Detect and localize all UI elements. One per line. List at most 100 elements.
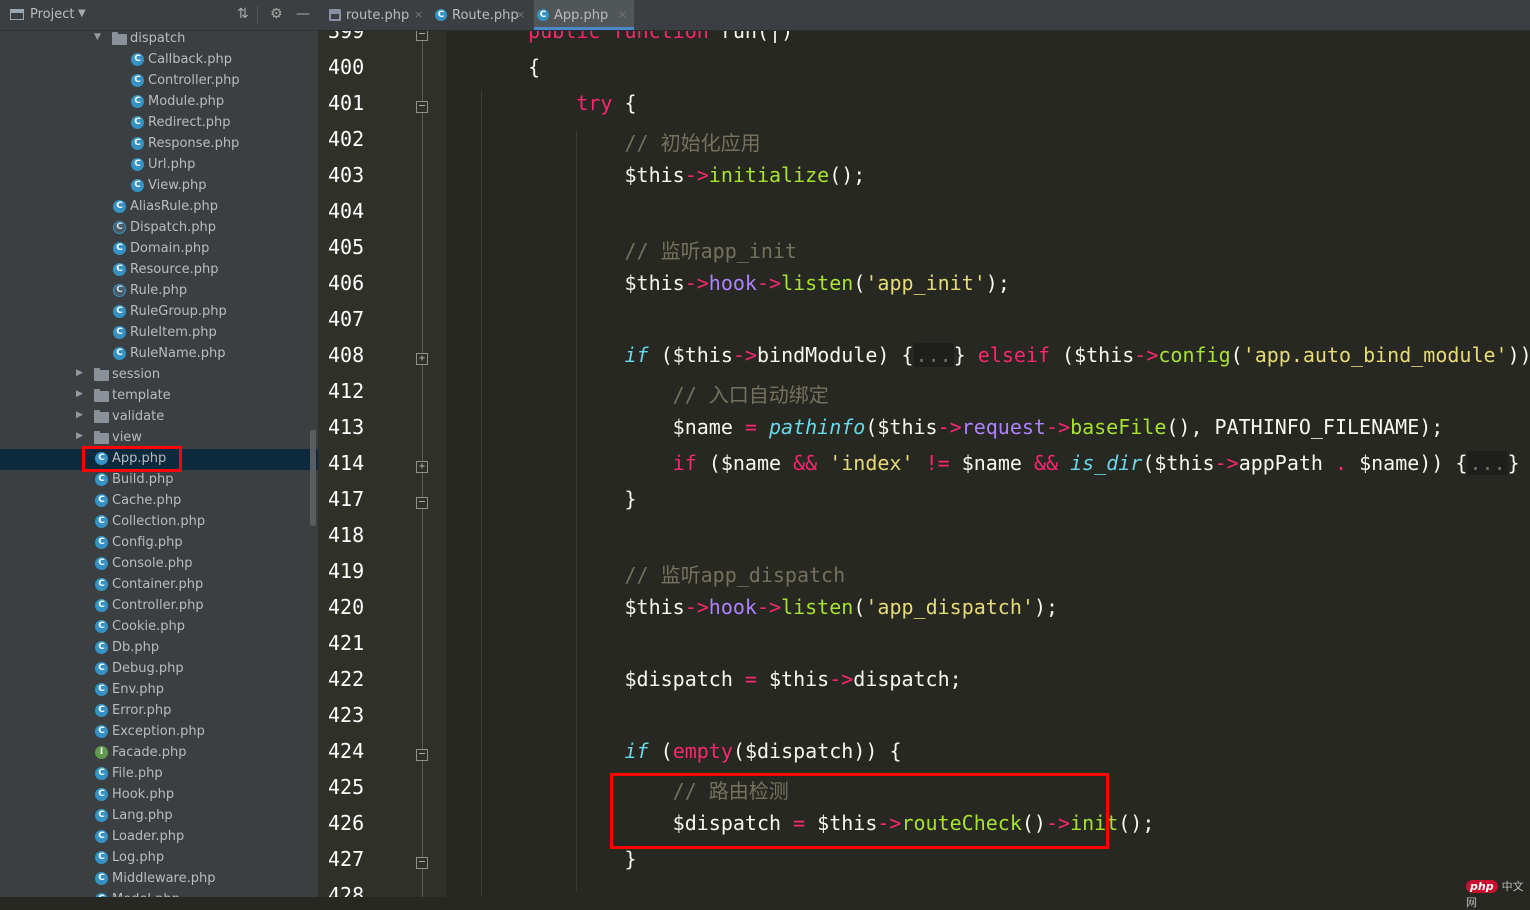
code-line[interactable]: $this->initialize(); bbox=[480, 163, 865, 187]
tree-folder-dispatch[interactable]: ▼ dispatch bbox=[0, 29, 318, 50]
chevron-right-icon[interactable]: ▶ bbox=[76, 368, 83, 378]
tree-file[interactable]: C Error.php bbox=[0, 701, 318, 722]
tree-file[interactable]: C Dispatch.php bbox=[0, 218, 318, 239]
tree-file[interactable]: C Url.php bbox=[0, 155, 318, 176]
tree-file[interactable]: C Module.php bbox=[0, 92, 318, 113]
tree-file[interactable]: C Build.php bbox=[0, 470, 318, 491]
tree-file[interactable]: C Resource.php bbox=[0, 260, 318, 281]
chevron-right-icon[interactable]: ▶ bbox=[76, 410, 83, 420]
project-title[interactable]: Project bbox=[30, 7, 74, 22]
code-line[interactable]: } bbox=[480, 847, 636, 871]
tree-folder-template[interactable]: ▶ template bbox=[0, 386, 318, 407]
class-icon: C bbox=[131, 179, 144, 192]
tree-file[interactable]: C Middleware.php bbox=[0, 869, 318, 890]
tree-folder-validate[interactable]: ▶ validate bbox=[0, 407, 318, 428]
tree-file[interactable]: C Log.php bbox=[0, 848, 318, 869]
expand-fold-icon[interactable]: + bbox=[416, 461, 428, 473]
tree-file[interactable]: C Response.php bbox=[0, 134, 318, 155]
tree-item-label: AliasRule.php bbox=[130, 199, 219, 214]
chevron-down-icon[interactable]: ▼ bbox=[94, 32, 101, 42]
code-line[interactable]: if (empty($dispatch)) { bbox=[480, 739, 902, 763]
code-line[interactable]: $this->hook->listen('app_init'); bbox=[480, 271, 1009, 295]
tree-file[interactable]: C AliasRule.php bbox=[0, 197, 318, 218]
code-line[interactable]: $dispatch = $this->dispatch; bbox=[480, 667, 961, 691]
collapse-fold-icon[interactable] bbox=[416, 31, 428, 41]
code-token: . bbox=[1335, 451, 1348, 475]
code-line[interactable]: // 入口自动绑定 bbox=[480, 379, 829, 408]
tree-file[interactable]: C Rule.php bbox=[0, 281, 318, 302]
code-line[interactable]: // 监听app_dispatch bbox=[480, 559, 846, 588]
line-number: 428 bbox=[328, 883, 365, 897]
chevron-right-icon[interactable]: ▶ bbox=[76, 389, 83, 399]
tree-file[interactable]: C Exception.php bbox=[0, 722, 318, 743]
tree-item-label: Loader.php bbox=[112, 829, 185, 844]
code-line[interactable]: } bbox=[480, 487, 636, 511]
tree-file[interactable]: C Cache.php bbox=[0, 491, 318, 512]
tree-file[interactable]: C Model.php bbox=[0, 890, 318, 897]
collapse-all-icon[interactable]: ⇅ bbox=[237, 6, 249, 22]
tree-folder-session[interactable]: ▶ session bbox=[0, 365, 318, 386]
code-line[interactable]: $this->hook->listen('app_dispatch'); bbox=[480, 595, 1058, 619]
tree-file[interactable]: C RuleItem.php bbox=[0, 323, 318, 344]
editor-tab-bar: route.php × C Route.php × C App.php × bbox=[318, 0, 1530, 31]
folded-code-placeholder[interactable]: ... bbox=[913, 343, 954, 367]
tree-file[interactable]: C Controller.php bbox=[0, 71, 318, 92]
code-line[interactable]: { bbox=[480, 55, 540, 79]
chevron-down-icon[interactable]: ▼ bbox=[78, 8, 86, 19]
tree-item-label: Module.php bbox=[148, 94, 225, 109]
tree-file[interactable]: C Cookie.php bbox=[0, 617, 318, 638]
tree-file[interactable]: I Facade.php bbox=[0, 743, 318, 764]
tree-file[interactable]: C Callback.php bbox=[0, 50, 318, 71]
editor-tab[interactable]: route.php × bbox=[326, 0, 430, 30]
tree-file[interactable]: C Config.php bbox=[0, 533, 318, 554]
tree-file[interactable]: C RuleGroup.php bbox=[0, 302, 318, 323]
tree-file[interactable]: C Lang.php bbox=[0, 806, 318, 827]
tree-file[interactable]: C Collection.php bbox=[0, 512, 318, 533]
code-token: elseif bbox=[977, 343, 1050, 367]
class-icon: C bbox=[95, 683, 108, 696]
fold-end-icon[interactable] bbox=[416, 857, 428, 869]
code-line[interactable]: // 监听app_init bbox=[480, 235, 797, 264]
chevron-right-icon[interactable]: ▶ bbox=[76, 431, 83, 441]
tree-file[interactable]: C Loader.php bbox=[0, 827, 318, 848]
line-number: 404 bbox=[328, 199, 365, 223]
fold-end-icon[interactable] bbox=[416, 497, 428, 509]
tree-item-label: Container.php bbox=[112, 577, 204, 592]
code-editor[interactable]: 399 400 401 402 403 404 405 406 407 408 +412 413 414… bbox=[318, 31, 1530, 897]
collapse-fold-icon[interactable] bbox=[416, 749, 428, 761]
tree-file[interactable]: C Db.php bbox=[0, 638, 318, 659]
code-line[interactable]: public function run(|) bbox=[480, 31, 793, 43]
tree-file[interactable]: C File.php bbox=[0, 764, 318, 785]
tree-file[interactable]: C Redirect.php bbox=[0, 113, 318, 134]
sidebar-scrollbar[interactable] bbox=[310, 430, 316, 526]
close-icon[interactable]: × bbox=[618, 8, 627, 21]
code-token: // 监听app_dispatch bbox=[624, 563, 846, 587]
close-icon[interactable]: × bbox=[414, 8, 423, 21]
code-line[interactable]: // 初始化应用 bbox=[480, 127, 761, 156]
collapse-fold-icon[interactable] bbox=[416, 101, 428, 113]
editor-tab[interactable]: C Route.php × bbox=[432, 0, 532, 30]
tree-file[interactable]: C RuleName.php bbox=[0, 344, 318, 365]
tree-file[interactable]: C Env.php bbox=[0, 680, 318, 701]
code-line[interactable]: if ($name && 'index' != $name && is_dir(… bbox=[480, 451, 1520, 475]
code-line[interactable]: if ($this->bindModule) {...} elseif ($th… bbox=[480, 343, 1530, 367]
tree-file[interactable]: C Hook.php bbox=[0, 785, 318, 806]
folded-code-placeholder[interactable]: ... bbox=[1467, 451, 1508, 475]
tree-item-label: Exception.php bbox=[112, 724, 205, 739]
tree-file[interactable]: C View.php bbox=[0, 176, 318, 197]
gear-icon[interactable]: ⚙ bbox=[270, 6, 283, 22]
expand-fold-icon[interactable]: + bbox=[416, 353, 428, 365]
tree-file[interactable]: C Domain.php bbox=[0, 239, 318, 260]
tree-file[interactable]: C Controller.php bbox=[0, 596, 318, 617]
minimize-icon[interactable]: — bbox=[296, 6, 310, 22]
tree-file[interactable]: C Container.php bbox=[0, 575, 318, 596]
tree-file[interactable]: C Debug.php bbox=[0, 659, 318, 680]
code-token: ( bbox=[853, 271, 866, 295]
folder-icon bbox=[94, 431, 109, 444]
editor-tab[interactable]: C App.php × bbox=[534, 0, 634, 30]
close-icon[interactable]: × bbox=[516, 8, 525, 21]
code-line[interactable]: try { bbox=[480, 91, 636, 115]
code-line[interactable]: $name = pathinfo($this->request->baseFil… bbox=[480, 415, 1444, 439]
tree-item-label: Callback.php bbox=[148, 52, 233, 67]
tree-file[interactable]: C Console.php bbox=[0, 554, 318, 575]
